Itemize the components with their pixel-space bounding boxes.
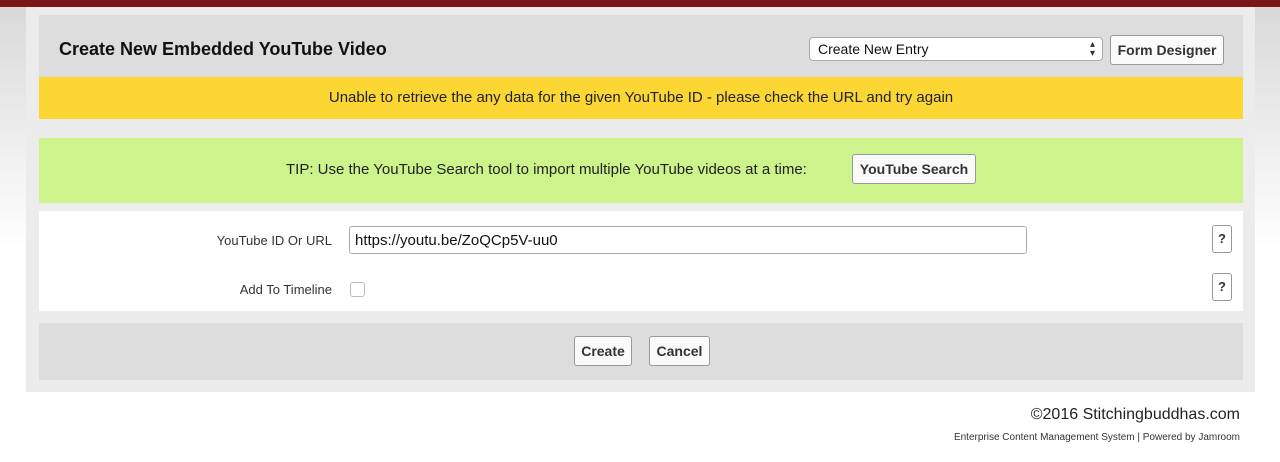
add-to-timeline-label: Add To Timeline	[239, 282, 332, 297]
top-accent-bar	[0, 0, 1280, 7]
youtube-search-button[interactable]: YouTube Search	[852, 154, 976, 184]
form-fields: YouTube ID Or URL ? Add To Timeline ?	[39, 211, 1243, 311]
add-to-timeline-checkbox[interactable]	[350, 282, 365, 297]
main-panel: Create New Embedded YouTube Video Create…	[26, 7, 1255, 392]
form-designer-button[interactable]: Form Designer	[1110, 35, 1224, 65]
entry-select-value: Create New Entry	[818, 41, 929, 57]
youtube-url-help-button[interactable]: ?	[1212, 225, 1232, 253]
page-title: Create New Embedded YouTube Video	[59, 39, 387, 59]
create-button[interactable]: Create	[574, 336, 632, 366]
youtube-url-label: YouTube ID Or URL	[216, 233, 332, 248]
error-notice: Unable to retrieve the any data for the …	[39, 77, 1243, 119]
entry-select[interactable]: Create New Entry ▴ ▾	[809, 37, 1103, 61]
cancel-button[interactable]: Cancel	[649, 336, 710, 366]
copyright-text: ©2016 Stitchingbuddhas.com	[1030, 406, 1240, 423]
youtube-url-input[interactable]	[349, 226, 1027, 254]
add-to-timeline-help-button[interactable]: ?	[1212, 273, 1232, 301]
tip-text: TIP: Use the YouTube Search tool to impo…	[286, 161, 807, 178]
powered-by-text: Enterprise Content Management System | P…	[953, 432, 1240, 443]
tip-notice: TIP: Use the YouTube Search tool to impo…	[39, 138, 1243, 203]
form-header: Create New Embedded YouTube Video Create…	[39, 15, 1243, 78]
up-down-chevron-icon: ▴ ▾	[1089, 39, 1095, 59]
form-actions: Create Cancel	[39, 323, 1243, 380]
